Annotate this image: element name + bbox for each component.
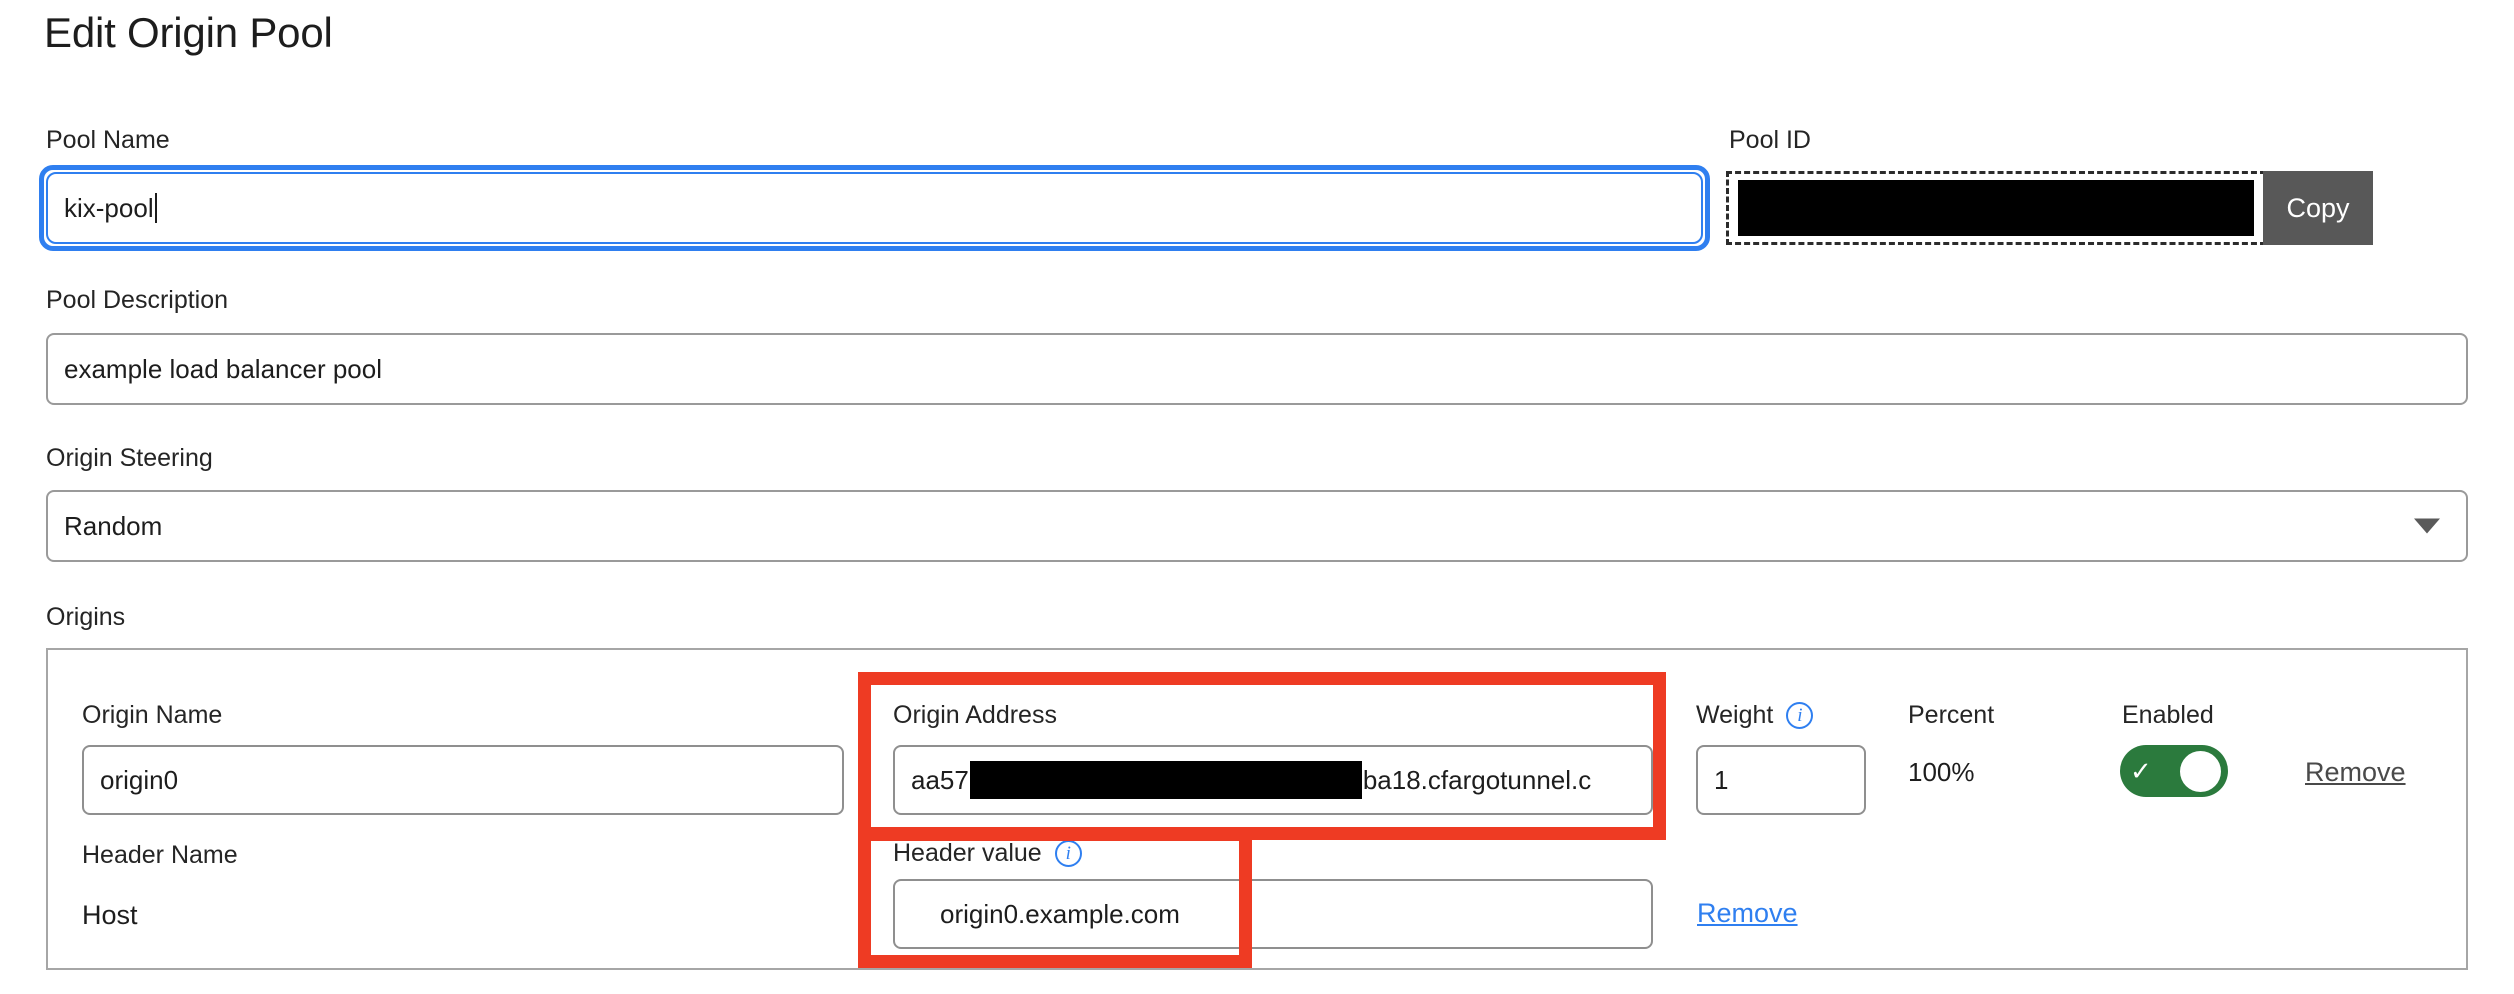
header-value-input[interactable]: origin0.example.com <box>893 879 1653 949</box>
origin-steering-label: Origin Steering <box>46 444 213 472</box>
copy-pool-id-button[interactable]: Copy <box>2263 171 2373 245</box>
origin-address-redaction <box>969 761 1362 799</box>
origin-steering-value: Random <box>64 510 163 541</box>
origin-name-label: Origin Name <box>82 701 223 729</box>
pool-id-field[interactable] <box>1726 171 2266 245</box>
info-icon[interactable]: i <box>1786 701 1814 729</box>
info-icon[interactable]: i <box>1054 839 1082 867</box>
origin-name-input[interactable]: origin0 <box>82 745 844 815</box>
toggle-knob <box>2180 750 2221 792</box>
enabled-label: Enabled <box>2122 701 2214 729</box>
header-value-label: Header value i <box>893 838 1082 868</box>
origin-address-label: Origin Address <box>893 701 1057 729</box>
text-caret <box>154 193 157 223</box>
pool-description-input[interactable]: example load balancer pool <box>46 333 2468 405</box>
weight-input[interactable]: 1 <box>1696 745 1866 815</box>
header-name-label: Header Name <box>82 841 238 869</box>
pool-description-value: example load balancer pool <box>64 353 382 384</box>
pool-name-input[interactable]: kix-pool <box>46 172 1703 244</box>
check-icon: ✓ <box>2130 756 2152 786</box>
remove-header-link[interactable]: Remove <box>1697 898 1798 929</box>
header-value-label-text: Header value <box>893 839 1042 867</box>
origin-name-value: origin0 <box>100 764 179 795</box>
remove-origin-link[interactable]: Remove <box>2305 757 2406 788</box>
header-name-value: Host <box>82 900 138 930</box>
enabled-toggle[interactable]: ✓ <box>2120 745 2228 797</box>
origin-steering-select[interactable]: Random <box>46 490 2468 562</box>
pool-name-value: kix-pool <box>64 192 154 223</box>
page-title: Edit Origin Pool <box>44 9 333 56</box>
edit-origin-pool-page: Edit Origin Pool Pool Name kix-pool Pool… <box>0 0 2514 994</box>
chevron-down-icon <box>2414 518 2440 534</box>
pool-id-label: Pool ID <box>1729 126 1811 154</box>
percent-label: Percent <box>1908 701 1995 729</box>
weight-label: Weight i <box>1696 700 1814 730</box>
pool-description-label: Pool Description <box>46 286 229 314</box>
origins-section-label: Origins <box>46 603 126 631</box>
pool-name-label: Pool Name <box>46 126 170 154</box>
origin-address-input[interactable]: aa57 ba18.cfargotunnel.c <box>893 745 1653 815</box>
weight-value: 1 <box>1714 764 1729 795</box>
percent-value: 100% <box>1908 757 1975 787</box>
origin-address-suffix: ba18.cfargotunnel.c <box>1362 764 1592 795</box>
pool-id-redaction <box>1738 180 2254 236</box>
weight-label-text: Weight <box>1696 701 1774 729</box>
origin-address-prefix: aa57 <box>911 764 969 795</box>
header-value-text: origin0.example.com <box>940 898 1180 929</box>
